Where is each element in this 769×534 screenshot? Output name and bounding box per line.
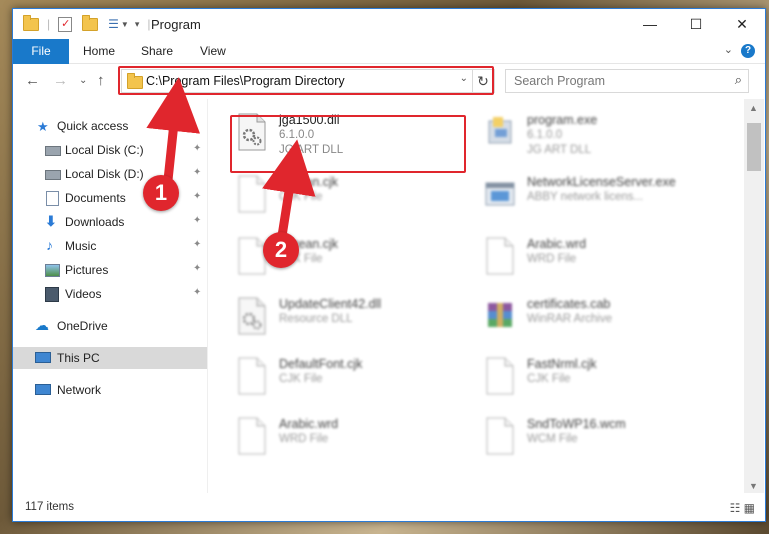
annotation-arrows <box>146 77 316 241</box>
arrow-2 <box>262 139 316 241</box>
arrow-1 <box>146 77 201 185</box>
step-2-badge: 2 <box>263 232 299 268</box>
step-1-badge: 1 <box>143 175 179 211</box>
